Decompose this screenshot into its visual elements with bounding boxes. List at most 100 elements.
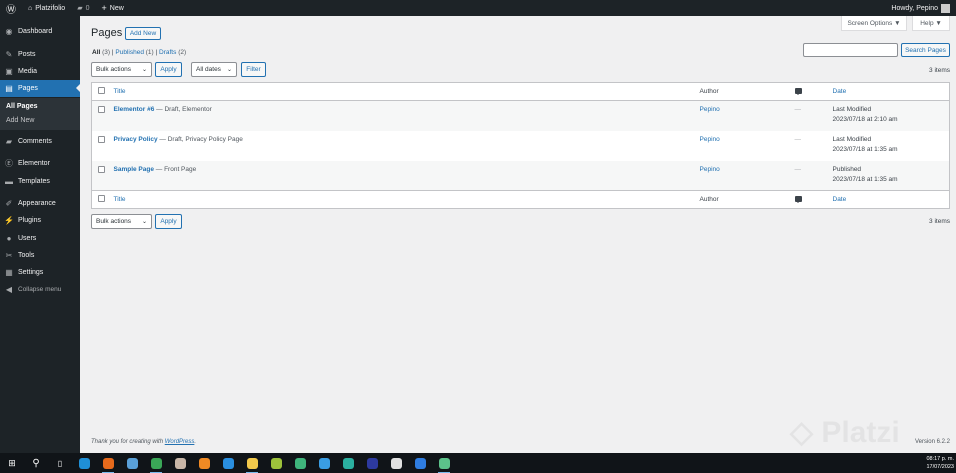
row-checkbox[interactable] xyxy=(98,106,105,113)
media-icon: ▣ xyxy=(5,67,13,76)
date-filter-select[interactable]: All dates ⌄ xyxy=(191,62,237,77)
file-explorer-icon[interactable] xyxy=(240,453,264,473)
firefox-icon-glyph xyxy=(102,457,114,469)
sublime-icon[interactable] xyxy=(192,453,216,473)
sidebar-item-dashboard[interactable]: ◉ Dashboard xyxy=(0,23,80,40)
view-drafts[interactable]: Drafts xyxy=(159,49,176,56)
collapse-menu-button[interactable]: ◀ Collapse menu xyxy=(0,281,80,298)
author-link[interactable]: Pepino xyxy=(700,136,720,143)
slack-icon[interactable] xyxy=(384,453,408,473)
sidebar-item-media[interactable]: ▣ Media xyxy=(0,63,80,80)
sidebar-item-plugins[interactable]: ⚡ Plugins xyxy=(0,212,80,229)
submenu-all-pages[interactable]: All Pages xyxy=(6,103,38,110)
site-name-link[interactable]: ⌂ Platzifolio xyxy=(22,0,71,16)
items-count: 3 items xyxy=(929,67,950,74)
comments-column-icon xyxy=(794,195,802,203)
comment-icon: ▰ xyxy=(77,5,83,12)
search-input[interactable] xyxy=(803,43,898,57)
sidebar-item-appearance[interactable]: ✐ Appearance xyxy=(0,195,80,212)
app-icon-glyph xyxy=(126,457,138,469)
app-icon-glyph xyxy=(294,457,306,469)
view-filters: All (3) | Published (1) | Drafts (2) xyxy=(92,49,187,56)
bulk-actions-select-bottom[interactable]: Bulk actions ⌄ xyxy=(91,214,152,229)
date-status: Last Modified xyxy=(832,106,872,113)
author-column-header: Author xyxy=(699,88,719,95)
date-status: Published xyxy=(832,165,862,173)
app-icon[interactable] xyxy=(312,453,336,473)
sidebar-item-templates[interactable]: ▬ Templates xyxy=(0,173,80,190)
select-all-checkbox[interactable] xyxy=(98,195,105,202)
title-column-sort[interactable]: Title xyxy=(114,88,126,95)
comments-column-icon xyxy=(794,87,802,95)
page-title-link[interactable]: Privacy Policy xyxy=(114,136,158,143)
chrome-icon-glyph xyxy=(150,457,162,469)
version: Version 6.2.2 xyxy=(914,439,950,445)
add-new-button[interactable]: Add New xyxy=(125,27,161,40)
admin-bar: Ⓦ ⌂ Platzifolio ▰ 0 + New Howdy, Pepino xyxy=(0,0,956,16)
app-icon[interactable] xyxy=(288,453,312,473)
account-menu[interactable]: Howdy, Pepino xyxy=(885,0,956,16)
filter-button[interactable]: Filter xyxy=(241,62,266,77)
app-icon[interactable] xyxy=(408,453,432,473)
search-pages-button[interactable]: Search Pages xyxy=(901,43,950,57)
task-view-icon[interactable]: ▯ xyxy=(48,453,72,473)
app-icon[interactable] xyxy=(360,453,384,473)
pin-icon: ✎ xyxy=(5,50,13,59)
page-title-link[interactable]: Elementor #6 xyxy=(114,106,155,113)
sidebar-item-posts[interactable]: ✎ Posts xyxy=(0,46,80,63)
bulk-actions-select[interactable]: Bulk actions ⌄ xyxy=(91,62,152,77)
date-column-sort[interactable]: Date xyxy=(833,88,847,95)
app-icon[interactable] xyxy=(264,453,288,473)
plugin-icon: ⚡ xyxy=(4,216,14,225)
apply-button-bottom[interactable]: Apply xyxy=(155,214,182,229)
start-button[interactable]: ⊞ xyxy=(0,453,24,473)
row-checkbox[interactable] xyxy=(98,135,105,143)
view-all[interactable]: All xyxy=(92,49,100,56)
file-explorer-icon-glyph xyxy=(246,457,258,469)
items-count-bottom: 3 items xyxy=(929,218,950,225)
search-icon[interactable]: ⚲ xyxy=(24,453,48,473)
settings-icon: ▦ xyxy=(5,268,13,277)
sidebar-item-settings[interactable]: ▦ Settings xyxy=(0,264,80,281)
screen-options-button[interactable]: Screen Options ▼ xyxy=(841,16,907,31)
submenu-add-new[interactable]: Add New xyxy=(6,117,34,124)
new-content-link[interactable]: + New xyxy=(96,0,130,16)
pages-table: Title Author Date Elementor #6 — Draft, … xyxy=(91,82,950,209)
sidebar-item-elementor[interactable]: Ⓔ Elementor xyxy=(0,155,80,172)
comment-icon: ▰ xyxy=(5,137,13,146)
row-checkbox[interactable] xyxy=(98,165,105,173)
view-published[interactable]: Published xyxy=(115,49,144,56)
sidebar-item-pages[interactable]: ▤ Pages xyxy=(0,80,80,97)
sidebar-item-tools[interactable]: ✂ Tools xyxy=(0,247,80,264)
wordpress-logo-icon[interactable]: Ⓦ xyxy=(0,0,22,16)
sidebar-item-users[interactable]: ● Users xyxy=(0,230,80,247)
table-header: Title Author Date xyxy=(91,83,950,101)
comments-link[interactable]: ▰ 0 xyxy=(71,0,95,16)
firefox-icon[interactable] xyxy=(96,453,120,473)
sidebar-item-comments[interactable]: ▰ Comments xyxy=(0,133,80,150)
chrome-icon[interactable] xyxy=(144,453,168,473)
vscode-icon[interactable] xyxy=(216,453,240,473)
app-icon[interactable] xyxy=(432,453,456,473)
app-icon[interactable] xyxy=(120,453,144,473)
comment-count: — xyxy=(794,135,802,143)
app-icon-glyph xyxy=(366,457,378,469)
app-icon[interactable] xyxy=(168,453,192,473)
table-row: Privacy Policy — Draft, Privacy Policy P… xyxy=(92,131,950,161)
comment-count: — xyxy=(794,165,802,173)
edge-icon[interactable] xyxy=(72,453,96,473)
app-icon-glyph xyxy=(270,457,282,469)
apply-button[interactable]: Apply xyxy=(155,62,182,77)
help-button[interactable]: Help ▼ xyxy=(912,16,950,31)
author-link[interactable]: Pepino xyxy=(700,106,720,113)
title-column-sort[interactable]: Title xyxy=(114,196,126,203)
wordpress-link[interactable]: WordPress xyxy=(165,439,195,445)
select-all-checkbox[interactable] xyxy=(98,87,105,94)
author-link[interactable]: Pepino xyxy=(700,166,720,173)
app-icon[interactable] xyxy=(336,453,360,473)
system-clock[interactable]: 08:17 p. m. 17/07/2023 xyxy=(926,455,956,471)
date-value: 2023/07/18 at 1:35 am xyxy=(832,145,898,153)
collapse-icon: ◀ xyxy=(5,285,13,294)
date-column-sort[interactable]: Date xyxy=(833,196,847,203)
page-title-link[interactable]: Sample Page xyxy=(114,166,154,173)
